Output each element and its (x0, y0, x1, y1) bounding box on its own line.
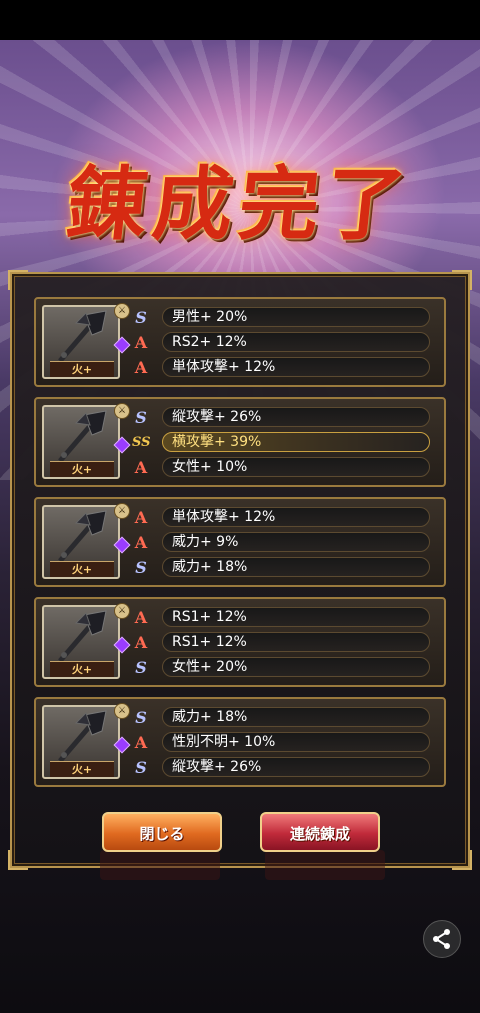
result-card: 火+ ⚔ S 縦攻撃+ 26% SS 横攻撃+ 39% A 女性+ 10% (34, 397, 446, 487)
rank-a-icon: A (134, 533, 148, 552)
rank-a-icon: A (134, 508, 148, 527)
rank-a-icon: A (134, 458, 148, 477)
status-bar (0, 0, 480, 40)
axe-weapon-icon (58, 610, 107, 663)
stat-row: A 性別不明+ 10% (132, 732, 434, 753)
element-label: 火+ (50, 661, 114, 677)
continuous-refine-button[interactable]: 連続錬成 (260, 812, 380, 852)
axe-weapon-icon (58, 410, 107, 463)
stat-row: A 単体攻撃+ 12% (132, 507, 434, 528)
stat-text: 縦攻撃+ 26% (172, 409, 262, 425)
result-card: 火+ ⚔ S 威力+ 18% A 性別不明+ 10% S 縦攻撃+ 26% (34, 697, 446, 787)
rank-a-icon: A (134, 358, 148, 377)
close-button[interactable]: 閉じる (102, 812, 222, 852)
stat-row: S 縦攻撃+ 26% (132, 757, 434, 778)
stat-row: S 威力+ 18% (132, 557, 434, 578)
stat-text: RS1+ 12% (172, 634, 247, 650)
stat-row: S 女性+ 20% (132, 657, 434, 678)
rank-a-icon: A (134, 633, 148, 652)
panel-corner (452, 270, 472, 290)
weapon-thumbnail[interactable]: 火+ (42, 705, 120, 779)
stat-row: A RS2+ 12% (132, 332, 434, 353)
element-label: 火+ (50, 461, 114, 477)
result-card: 火+ ⚔ A 単体攻撃+ 12% A 威力+ 9% S 威力+ 18% (34, 497, 446, 587)
stat-row: S 威力+ 18% (132, 707, 434, 728)
stat-text: 女性+ 20% (172, 659, 248, 675)
rank-a-icon: A (134, 733, 148, 752)
stat-text: 縦攻撃+ 26% (172, 759, 262, 775)
axe-weapon-icon (58, 310, 107, 363)
stat-row: A RS1+ 12% (132, 632, 434, 653)
element-label: 火+ (50, 761, 114, 777)
stat-text: 男性+ 20% (172, 309, 248, 325)
stat-text: 単体攻撃+ 12% (172, 359, 276, 375)
stat-text: RS1+ 12% (172, 609, 247, 625)
rank-s-icon: S (135, 658, 147, 677)
weapon-type-badge-icon: ⚔ (114, 303, 130, 319)
weapon-thumbnail[interactable]: 火+ (42, 505, 120, 579)
stat-text: 威力+ 18% (172, 559, 248, 575)
share-button[interactable] (423, 920, 461, 958)
weapon-thumbnail[interactable]: 火+ (42, 305, 120, 379)
stat-row: A 単体攻撃+ 12% (132, 357, 434, 378)
result-card: 火+ ⚔ A RS1+ 12% A RS1+ 12% S 女性+ 20% (34, 597, 446, 687)
stat-text: 威力+ 9% (172, 534, 239, 550)
rank-s-icon: S (135, 558, 147, 577)
weapon-type-badge-icon: ⚔ (114, 603, 130, 619)
stat-text: 性別不明+ 10% (172, 734, 276, 750)
result-card: 火+ ⚔ S 男性+ 20% A RS2+ 12% A 単体攻撃+ 12% (34, 297, 446, 387)
axe-weapon-icon (58, 710, 107, 763)
stat-text: RS2+ 12% (172, 334, 247, 350)
stat-row: SS 横攻撃+ 39% (132, 432, 434, 453)
stat-text: 単体攻撃+ 12% (172, 509, 276, 525)
rank-s-icon: S (135, 758, 147, 777)
panel-corner (452, 850, 472, 870)
background-button-shadow (100, 850, 220, 880)
stat-text: 横攻撃+ 39% (172, 434, 262, 450)
panel-corner (8, 850, 28, 870)
share-icon (433, 929, 450, 949)
rank-s-icon: S (135, 408, 147, 427)
stat-text: 威力+ 18% (172, 709, 248, 725)
weapon-thumbnail[interactable]: 火+ (42, 405, 120, 479)
stat-row: A 女性+ 10% (132, 457, 434, 478)
stat-row: A 威力+ 9% (132, 532, 434, 553)
rank-a-icon: A (134, 608, 148, 627)
rank-a-icon: A (134, 333, 148, 352)
background-button-shadow (265, 850, 385, 880)
stat-row: S 男性+ 20% (132, 307, 434, 328)
rank-s-icon: S (135, 708, 147, 727)
rank-ss-icon: SS (132, 435, 151, 450)
element-label: 火+ (50, 361, 114, 377)
stat-row: S 縦攻撃+ 26% (132, 407, 434, 428)
weapon-type-badge-icon: ⚔ (114, 503, 130, 519)
stat-row: A RS1+ 12% (132, 607, 434, 628)
rank-s-icon: S (135, 308, 147, 327)
element-label: 火+ (50, 561, 114, 577)
page-title: 錬成完了 (62, 157, 417, 251)
weapon-type-badge-icon: ⚔ (114, 403, 130, 419)
weapon-type-badge-icon: ⚔ (114, 703, 130, 719)
axe-weapon-icon (58, 510, 107, 563)
panel-corner (8, 270, 28, 290)
stat-text: 女性+ 10% (172, 459, 248, 475)
weapon-thumbnail[interactable]: 火+ (42, 605, 120, 679)
